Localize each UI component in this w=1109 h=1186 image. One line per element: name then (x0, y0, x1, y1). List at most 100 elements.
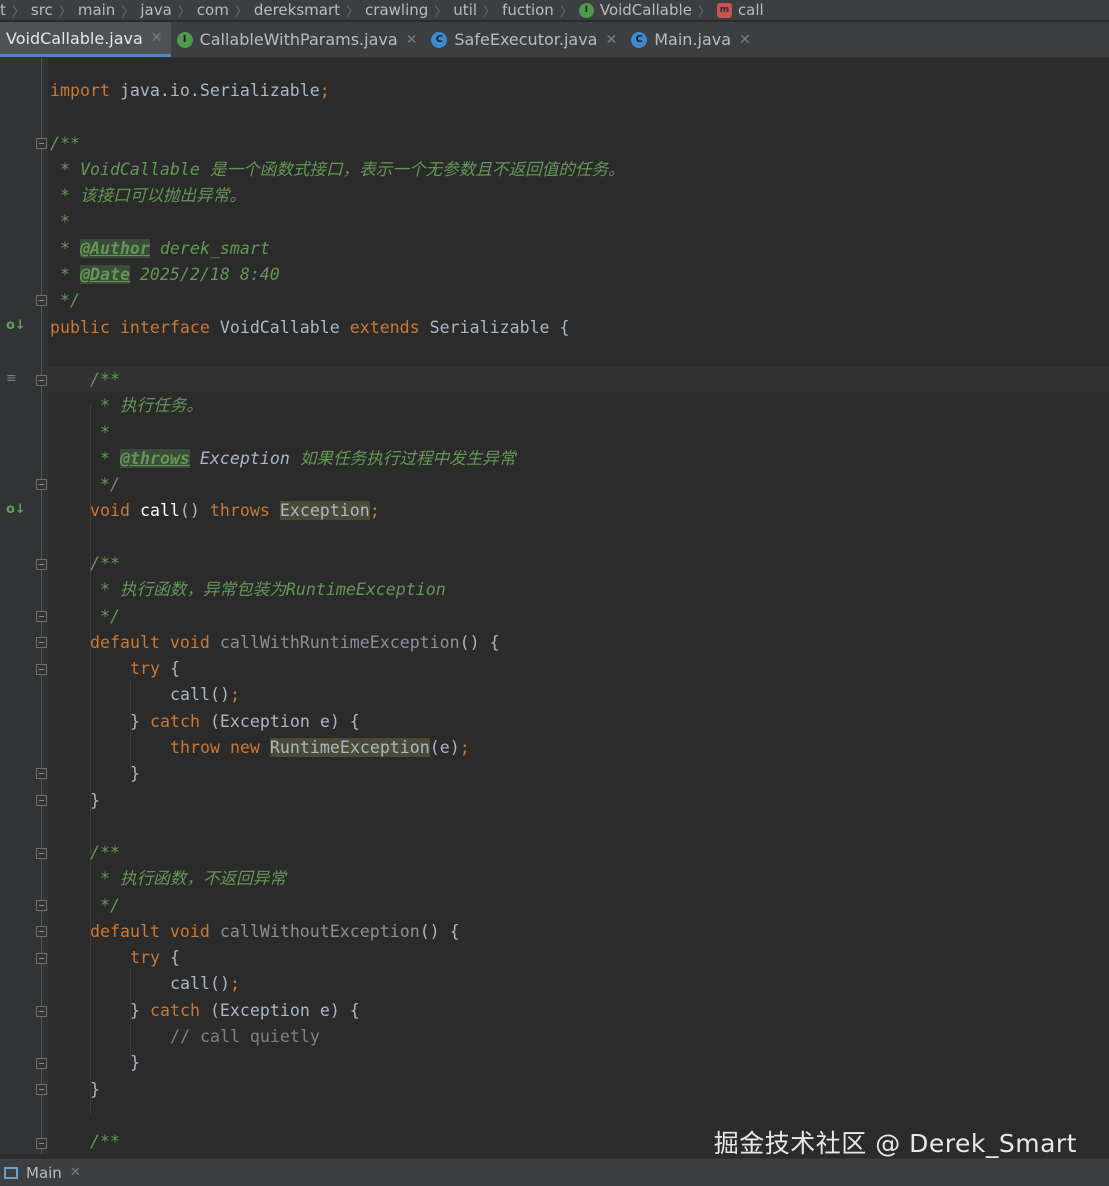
chevron-right-icon: 〉 (483, 4, 497, 20)
code-token: ; (459, 738, 470, 757)
fold-icon[interactable] (36, 375, 47, 386)
code-token: /** (90, 370, 120, 389)
fold-icon[interactable] (36, 1006, 47, 1017)
breadcrumb-item-project[interactable]: t (0, 0, 6, 20)
chevron-right-icon: 〉 (434, 4, 448, 20)
class-icon: C (631, 31, 648, 48)
breadcrumb-item-call[interactable]: m call (716, 0, 764, 20)
fold-icon[interactable] (36, 295, 47, 306)
render-doc-icon[interactable]: ≡ (6, 371, 17, 386)
code-line: call(); (170, 682, 240, 708)
code-token: } (130, 1001, 140, 1020)
breadcrumb-label: src (30, 1, 53, 19)
implemented-icon[interactable]: o↓ (6, 318, 26, 333)
chevron-right-icon: 〉 (58, 4, 72, 20)
breadcrumb-item-voidcallable[interactable]: I VoidCallable (578, 0, 692, 20)
breadcrumb-label: call (737, 1, 764, 19)
code-line: * (90, 420, 110, 446)
fold-icon[interactable] (36, 848, 47, 859)
code-token: extends (339, 318, 420, 337)
breadcrumb-item-fuction[interactable]: fuction (502, 0, 554, 20)
code-token: call() (170, 974, 230, 993)
interface-icon: I (176, 31, 193, 48)
code-line: } catch (Exception e) { (130, 998, 360, 1024)
code-line: * 该接口可以抛出异常。 (50, 183, 246, 209)
code-token: derek_smart (149, 239, 270, 258)
watermark: 掘金技术社区 @ Derek_Smart (713, 1129, 1077, 1158)
code-line: * @Date 2025/2/18 8:40 (50, 262, 280, 288)
code-token: try (130, 659, 160, 678)
code-line: /** (90, 551, 120, 577)
fold-icon[interactable] (36, 1138, 47, 1149)
breadcrumb-item-src[interactable]: src (31, 0, 53, 20)
interface-icon: I (578, 2, 594, 18)
code-token: RuntimeException (269, 738, 430, 757)
code-token: call (129, 501, 180, 520)
code-line: /** (90, 1129, 120, 1155)
fold-icon[interactable] (36, 611, 47, 622)
code-token: () { (419, 922, 460, 941)
code-line: default void callWithRuntimeException() … (90, 630, 500, 656)
breadcrumb-item-dereksmart[interactable]: dereksmart (254, 0, 340, 20)
fold-icon[interactable] (36, 795, 47, 806)
code-token: import (50, 81, 110, 100)
tab-voidcallable[interactable]: VoidCallable.java ✕ (0, 22, 171, 57)
tab-safeexecutor[interactable]: C SafeExecutor.java ✕ (425, 22, 625, 57)
fold-icon[interactable] (36, 559, 47, 570)
breadcrumb-item-java[interactable]: java (140, 0, 171, 20)
close-icon[interactable]: ✕ (739, 32, 751, 48)
close-icon[interactable]: ✕ (70, 1165, 81, 1180)
breadcrumb-label: dereksmart (253, 1, 341, 19)
breadcrumb-item-com[interactable]: com (197, 0, 229, 20)
code-token: { (159, 948, 180, 967)
fold-icon[interactable] (36, 479, 47, 490)
fold-icon[interactable] (36, 768, 47, 779)
fold-icon[interactable] (36, 637, 47, 648)
code-token: * 执行函数，不返回异常 (90, 869, 286, 888)
code-token: @throws (119, 449, 190, 468)
breadcrumb-label: util (453, 1, 478, 19)
implemented-icon[interactable]: o↓ (6, 502, 26, 517)
tab-label: Main.java (654, 30, 732, 49)
code-editor[interactable]: o↓ ≡ o↓ import java.io.Serializable; /**… (0, 58, 1109, 1154)
close-icon[interactable]: ✕ (151, 30, 163, 46)
code-token: * 该接口可以抛出异常。 (50, 186, 246, 205)
fold-icon[interactable] (36, 926, 47, 937)
gutter-divider (41, 58, 42, 1154)
fold-icon[interactable] (36, 953, 47, 964)
tab-main[interactable]: C Main.java ✕ (625, 22, 759, 57)
breadcrumb-item-main[interactable]: main (78, 0, 115, 20)
chevron-right-icon: 〉 (346, 4, 360, 20)
code-token: default (90, 922, 160, 941)
tab-callablewithparams[interactable]: I CallableWithParams.java ✕ (171, 22, 426, 57)
code-token: */ (90, 475, 120, 494)
code-token: () { (459, 633, 500, 652)
code-line: */ (50, 288, 80, 314)
code-token: } (130, 764, 140, 783)
close-icon[interactable]: ✕ (406, 32, 418, 48)
code-line: void call() throws Exception; (90, 498, 380, 524)
breadcrumb-item-util[interactable]: util (453, 0, 477, 20)
code-line: * VoidCallable 是一个函数式接口，表示一个无参数且不返回值的任务。 (50, 157, 625, 183)
breadcrumb: t 〉 src 〉 main 〉 java 〉 com 〉 dereksmart… (0, 0, 1109, 20)
code-token: 2025/2/18 8:40 (129, 265, 280, 284)
code-token: Exception (279, 501, 370, 520)
code-token: try (130, 948, 160, 967)
chevron-right-icon: 〉 (11, 4, 25, 20)
code-line: * @throws Exception 如果任务执行过程中发生异常 (90, 446, 516, 472)
fold-icon[interactable] (36, 1058, 47, 1069)
fold-icon[interactable] (36, 900, 47, 911)
code-token: } (90, 791, 100, 810)
close-icon[interactable]: ✕ (605, 32, 617, 48)
code-token: } (130, 1053, 140, 1072)
code-line: * 执行函数，异常包装为RuntimeException (90, 577, 446, 603)
code-token: (Exception e) { (199, 1001, 360, 1020)
fold-icon[interactable] (36, 664, 47, 675)
run-tab-main[interactable]: Main (26, 1164, 62, 1182)
fold-icon[interactable] (36, 1084, 47, 1095)
fold-icon[interactable] (36, 138, 47, 149)
breadcrumb-label: main (77, 1, 116, 19)
code-line: * 执行函数，不返回异常 (90, 866, 286, 892)
breadcrumb-item-crawling[interactable]: crawling (365, 0, 428, 20)
code-token: * 执行函数，异常包装为RuntimeException (90, 580, 446, 599)
